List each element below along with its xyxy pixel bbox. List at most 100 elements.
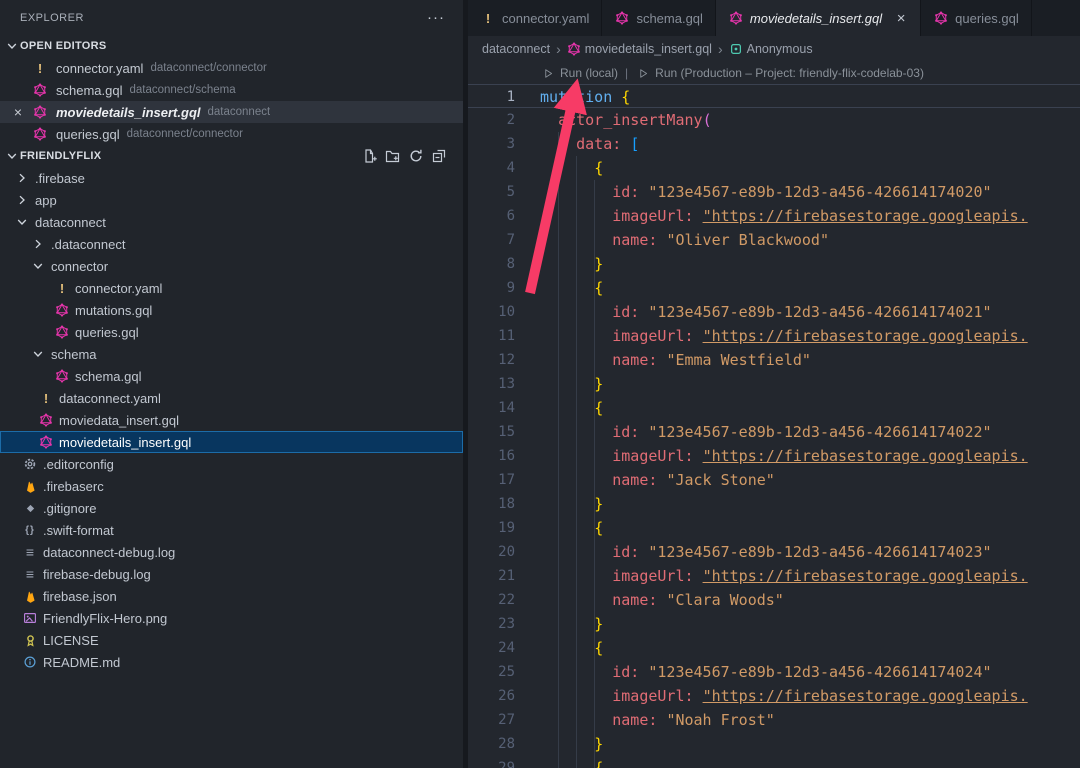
code-line-14[interactable]: 14 {: [468, 396, 1080, 420]
vscode-window: EXPLORER ··· OPEN EDITORS !connector.yam…: [0, 0, 1080, 768]
tree-item-label: queries.gql: [75, 325, 139, 340]
new-file-icon[interactable]: [362, 148, 378, 164]
code-line-17[interactable]: 17 name: "Jack Stone": [468, 468, 1080, 492]
code-editor[interactable]: Run (local)|Run (Production – Project: f…: [468, 62, 1080, 768]
tab-queries.gql[interactable]: queries.gql: [921, 0, 1032, 36]
code-line-20[interactable]: 20 id: "123e4567-e89b-12d3-a456-42661417…: [468, 540, 1080, 564]
workspace-section-header[interactable]: FRIENDLYFLIX: [0, 145, 463, 167]
code-line-28[interactable]: 28 }: [468, 732, 1080, 756]
codelens-bar: Run (local)|Run (Production – Project: f…: [468, 62, 1080, 84]
breadcrumb-dataconnect[interactable]: dataconnect: [482, 42, 550, 56]
open-editor-item[interactable]: !connector.yamldataconnect/connector: [0, 57, 463, 79]
open-editor-item[interactable]: ×moviedetails_insert.gqldataconnect: [0, 101, 463, 123]
tree-file-queries.gql[interactable]: queries.gql: [0, 321, 463, 343]
line-number: 24: [468, 636, 515, 660]
breadcrumb-Anonymous[interactable]: Anonymous: [729, 42, 813, 56]
code-line-27[interactable]: 27 name: "Noah Frost": [468, 708, 1080, 732]
tree-file-.gitignore[interactable]: .gitignore: [0, 497, 463, 519]
code-line-13[interactable]: 13 }: [468, 372, 1080, 396]
line-content: }: [540, 732, 603, 756]
tree-file-README.md[interactable]: README.md: [0, 651, 463, 673]
breadcrumb-separator-icon: ›: [718, 41, 723, 57]
tree-file-.firebaserc[interactable]: .firebaserc: [0, 475, 463, 497]
play-icon: [540, 65, 556, 81]
code-line-16[interactable]: 16 imageUrl: "https://firebasestorage.go…: [468, 444, 1080, 468]
tree-file-schema.gql[interactable]: schema.gql: [0, 365, 463, 387]
code-line-10[interactable]: 10 id: "123e4567-e89b-12d3-a456-42661417…: [468, 300, 1080, 324]
line-content: imageUrl: "https://firebasestorage.googl…: [540, 684, 1028, 708]
tree-file-FriendlyFlix-Hero.png[interactable]: FriendlyFlix-Hero.png: [0, 607, 463, 629]
code-line-12[interactable]: 12 name: "Emma Westfield": [468, 348, 1080, 372]
tree-folder-schema[interactable]: schema: [0, 343, 463, 365]
code-line-1[interactable]: 1mutation {: [468, 84, 1080, 108]
file-tree: .firebaseappdataconnect .dataconnect conne…: [0, 167, 463, 673]
new-folder-icon[interactable]: [385, 148, 401, 164]
info-icon: [22, 654, 38, 670]
tree-folder-.firebase[interactable]: .firebase: [0, 167, 463, 189]
tree-folder-connector[interactable]: connector: [0, 255, 463, 277]
code-line-2[interactable]: 2 actor_insertMany(: [468, 108, 1080, 132]
line-content: {: [540, 276, 603, 300]
code-line-25[interactable]: 25 id: "123e4567-e89b-12d3-a456-42661417…: [468, 660, 1080, 684]
tree-file-dataconnect.yaml[interactable]: !dataconnect.yaml: [0, 387, 463, 409]
tree-file-moviedetails_insert.gql[interactable]: moviedetails_insert.gql: [0, 431, 463, 453]
line-number: 29: [468, 756, 515, 768]
code-line-5[interactable]: 5 id: "123e4567-e89b-12d3-a456-426614174…: [468, 180, 1080, 204]
gear-icon: [22, 456, 38, 472]
code-line-3[interactable]: 3 data: [: [468, 132, 1080, 156]
tab-schema.gql[interactable]: schema.gql: [602, 0, 715, 36]
refresh-icon[interactable]: [408, 148, 424, 164]
open-editor-item[interactable]: queries.gqldataconnect/connector: [0, 123, 463, 145]
code-line-15[interactable]: 15 id: "123e4567-e89b-12d3-a456-42661417…: [468, 420, 1080, 444]
tree-file-moviedata_insert.gql[interactable]: moviedata_insert.gql: [0, 409, 463, 431]
collapse-all-icon[interactable]: [431, 148, 447, 164]
run-local-link[interactable]: Run (local): [540, 62, 618, 85]
code-line-18[interactable]: 18 }: [468, 492, 1080, 516]
log-icon: ≡: [22, 566, 38, 582]
code-line-8[interactable]: 8 }: [468, 252, 1080, 276]
open-editor-item[interactable]: schema.gqldataconnect/schema: [0, 79, 463, 101]
line-number: 26: [468, 684, 515, 708]
close-editor-icon[interactable]: ×: [10, 104, 26, 120]
line-number: 17: [468, 468, 515, 492]
tree-file-.swift-format[interactable]: {}.swift-format: [0, 519, 463, 541]
flame-icon: [22, 478, 38, 494]
code-line-6[interactable]: 6 imageUrl: "https://firebasestorage.goo…: [468, 204, 1080, 228]
code-line-11[interactable]: 11 imageUrl: "https://firebasestorage.go…: [468, 324, 1080, 348]
tree-folder-dataconnect[interactable]: dataconnect: [0, 211, 463, 233]
code-line-4[interactable]: 4 {: [468, 156, 1080, 180]
run-production-link[interactable]: Run (Production – Project: friendly-flix…: [635, 62, 924, 85]
tree-file-connector.yaml[interactable]: !connector.yaml: [0, 277, 463, 299]
explorer-title: EXPLORER: [20, 12, 84, 24]
code-line-26[interactable]: 26 imageUrl: "https://firebasestorage.go…: [468, 684, 1080, 708]
code-line-29[interactable]: 29 {: [468, 756, 1080, 768]
tab-connector.yaml[interactable]: !connector.yaml: [468, 0, 602, 36]
code-line-24[interactable]: 24 {: [468, 636, 1080, 660]
tree-file-firebase-debug.log[interactable]: ≡firebase-debug.log: [0, 563, 463, 585]
tab-moviedetails_insert.gql[interactable]: moviedetails_insert.gql×: [716, 0, 921, 36]
tree-file-dataconnect-debug.log[interactable]: ≡dataconnect-debug.log: [0, 541, 463, 563]
file-name: schema.gql: [56, 83, 122, 98]
code-line-7[interactable]: 7 name: "Oliver Blackwood": [468, 228, 1080, 252]
tree-folder-.dataconnect[interactable]: .dataconnect: [0, 233, 463, 255]
code-line-23[interactable]: 23 }: [468, 612, 1080, 636]
line-number: 20: [468, 540, 515, 564]
graphql-icon: [54, 324, 70, 340]
open-editors-section-header[interactable]: OPEN EDITORS: [0, 35, 463, 57]
line-number: 11: [468, 324, 515, 348]
tree-file-mutations.gql[interactable]: mutations.gql: [0, 299, 463, 321]
tree-folder-app[interactable]: app: [0, 189, 463, 211]
breadcrumb-moviedetails_insert.gql[interactable]: moviedetails_insert.gql: [567, 42, 712, 56]
code-line-21[interactable]: 21 imageUrl: "https://firebasestorage.go…: [468, 564, 1080, 588]
code-line-19[interactable]: 19 {: [468, 516, 1080, 540]
tree-item-label: .dataconnect: [51, 237, 125, 252]
close-tab-icon[interactable]: ×: [894, 10, 908, 27]
tree-file-firebase.json[interactable]: firebase.json: [0, 585, 463, 607]
breadcrumb-label: dataconnect: [482, 42, 550, 56]
graphql-icon: [614, 10, 630, 26]
tree-file-.editorconfig[interactable]: .editorconfig: [0, 453, 463, 475]
tree-file-LICENSE[interactable]: LICENSE: [0, 629, 463, 651]
code-line-22[interactable]: 22 name: "Clara Woods": [468, 588, 1080, 612]
code-line-9[interactable]: 9 {: [468, 276, 1080, 300]
more-actions-icon[interactable]: ···: [427, 13, 445, 23]
